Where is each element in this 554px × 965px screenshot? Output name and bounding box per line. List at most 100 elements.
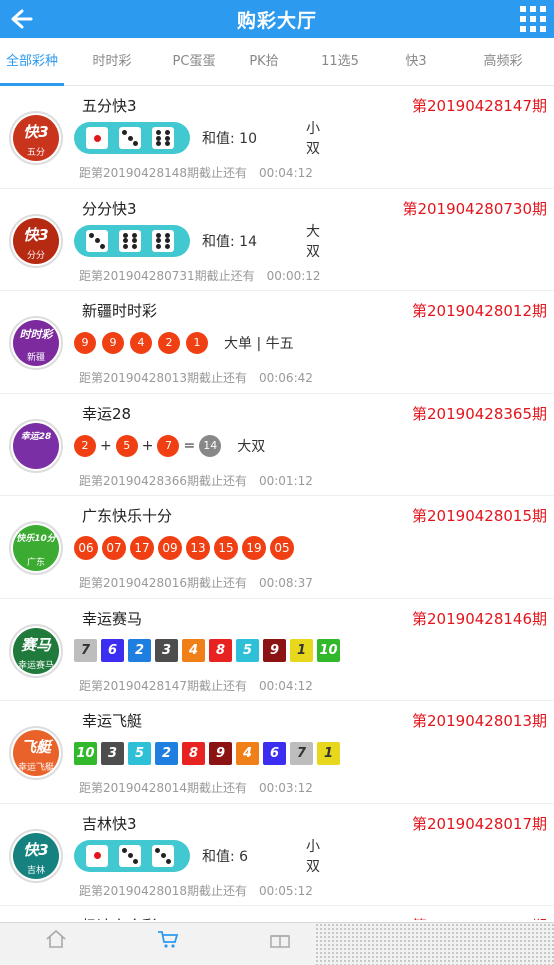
result-total: 14	[199, 434, 222, 457]
lottery-logo-subtext: 幸运飞艇	[17, 763, 54, 773]
tab-4[interactable]: 11选5	[300, 38, 380, 86]
lottery-logo: 赛马 幸运赛马	[9, 623, 63, 678]
deadline-info: 距第20190428013期截止还有 00:06:42	[79, 369, 313, 386]
lottery-logo: 快3 吉林	[9, 828, 63, 883]
countdown-timer: 00:06:42	[258, 371, 313, 385]
tab-5[interactable]: 快3	[380, 38, 452, 86]
race-number: 3	[155, 639, 178, 662]
race-number: 8	[182, 741, 205, 765]
lottery-logo-text: 快3	[23, 123, 49, 141]
die-1-icon	[86, 127, 108, 149]
result-ball: 2	[74, 434, 96, 457]
tab-6[interactable]: 高频彩	[452, 38, 554, 86]
lottery-logo-subtext: 分分	[26, 250, 45, 261]
countdown-timer: 00:01:12	[258, 473, 313, 488]
die-6-icon	[152, 229, 174, 252]
race-number: 1	[317, 741, 340, 765]
draw-result: 10 3 5 2 8 9 4 6 7 1	[74, 737, 344, 769]
draw-result: 和值: 10 小双	[74, 121, 320, 157]
big-small-result: 大双	[306, 223, 320, 260]
race-number: 9	[263, 639, 286, 662]
countdown-timer: 00:08:37	[258, 576, 313, 590]
draw-result: 06 07 17 09 13 15 19 05	[74, 532, 298, 564]
race-number: 5	[236, 639, 259, 662]
tab-2[interactable]: PC蛋蛋	[160, 38, 228, 86]
header-bar: 购彩大厅	[0, 0, 554, 38]
deadline-info: 距第20190428148期截止还有 00:04:12	[79, 164, 313, 181]
lottery-row[interactable]: 极速六合彩 第20190428146期	[0, 906, 554, 920]
tab-3[interactable]: PK拾	[228, 38, 300, 86]
sum-value: 和值: 14	[202, 233, 257, 250]
deadline-text: 距第20190428016期截止还有	[79, 576, 247, 590]
lottery-logo-text: 快3	[23, 225, 49, 244]
lottery-name: 新疆时时彩	[82, 302, 158, 320]
draw-result: 和值: 14 大双	[74, 224, 320, 260]
race-number: 4	[182, 639, 205, 662]
lottery-row[interactable]: 时时彩 新疆 新疆时时彩 第20190428012期 9 9 4 2 1 大单 | 牛五 距第201…	[0, 291, 554, 394]
lottery-name: 分分快3	[82, 199, 137, 218]
deadline-text: 距第20190428014期截止还有	[79, 781, 247, 795]
lottery-logo-text: 飞艇	[20, 738, 51, 756]
race-number: 10	[74, 741, 97, 765]
race-number: 6	[263, 741, 286, 765]
lottery-row[interactable]: 赛马 幸运赛马 幸运赛马 第20190428146期 7 6 2 3 4 8 5 9 1 10 距第2019…	[0, 598, 554, 701]
race-number: 2	[155, 741, 178, 765]
grid-menu-icon[interactable]	[520, 6, 546, 32]
result-ball: 1	[186, 332, 208, 354]
race-number: 8	[209, 639, 232, 662]
lottery-row[interactable]: 快3 五分 五分快3 第20190428147期 和值: 10 小双 距第201904281…	[0, 86, 554, 189]
cart-icon[interactable]	[156, 929, 180, 949]
die-3-icon	[152, 844, 174, 867]
countdown-timer: 00:00:12	[266, 268, 321, 283]
countdown-timer: 00:03:12	[258, 781, 313, 795]
app-root: 购彩大厅 全部彩种 时时彩 PC蛋蛋 PK拾 11选5 快3 高频彩 快3 五分 五分快3 第20…	[0, 0, 554, 965]
lottery-logo: 飞艇 幸运飞艇	[9, 726, 63, 780]
lottery-row[interactable]: 幸运28 幸运28 第20190428365期 2 +5 +7 = 14 大双 距第2019042…	[0, 393, 554, 496]
lottery-name: 幸运赛马	[82, 609, 143, 628]
dice-pill	[74, 122, 190, 154]
home-icon[interactable]	[44, 929, 68, 949]
deadline-text: 距第20190428013期截止还有	[79, 371, 247, 385]
lottery-logo-subtext: 五分	[26, 148, 45, 158]
sum-value: 和值: 6	[202, 848, 249, 865]
race-number: 2	[128, 639, 151, 662]
operator-sign: +	[100, 437, 112, 454]
lottery-row[interactable]: 快3 吉林 吉林快3 第20190428017期 和值: 6 小双 距第2019042801…	[0, 803, 554, 906]
race-number: 3	[101, 741, 124, 765]
result-ball: 7	[157, 434, 180, 457]
gift-icon[interactable]	[268, 929, 292, 949]
lottery-issue: 第20190428017期	[412, 814, 547, 833]
tab-0[interactable]: 全部彩种	[0, 38, 64, 86]
die-3-icon	[119, 844, 141, 867]
lottery-logo-subtext: 幸运赛马	[17, 660, 54, 671]
lottery-logo-text: 幸运28	[20, 431, 52, 442]
draw-result: 7 6 2 3 4 8 5 9 1 10	[74, 635, 344, 667]
die-6-icon	[119, 229, 141, 252]
lottery-issue: 第20190428012期	[412, 302, 547, 320]
result-ball: 9	[74, 332, 96, 354]
lottery-row[interactable]: 飞艇 幸运飞艇 幸运飞艇 第20190428013期 10 3 5 2 8 9 4 6 7 1 距第2019…	[0, 701, 554, 804]
countdown-timer: 00:04:12	[258, 166, 313, 180]
lottery-issue: 第20190428146期	[412, 609, 547, 628]
deadline-info: 距第20190428366期截止还有 00:01:12	[79, 472, 313, 489]
lottery-row[interactable]: 快3 分分 分分快3 第201904280730期 和值: 14 大双 距第20190428…	[0, 188, 554, 291]
die-3-icon	[86, 229, 108, 252]
deadline-text: 距第20190428366期截止还有	[79, 473, 247, 488]
race-number: 7	[74, 639, 97, 662]
result-ball: 06	[74, 536, 98, 560]
lottery-logo-subtext: 新疆	[26, 353, 45, 363]
tab-1[interactable]: 时时彩	[64, 38, 160, 86]
lottery-row[interactable]: 快乐10分 广东 广东快乐十分 第20190428015期 06 07 17 09 13 15 19…	[0, 496, 554, 599]
lottery-issue: 第20190428015期	[412, 507, 547, 525]
countdown-timer: 00:04:12	[258, 678, 313, 693]
lottery-logo: 幸运28	[9, 418, 63, 473]
bottom-nav	[0, 922, 554, 965]
result-ball: 19	[242, 536, 266, 560]
result-ball: 5	[115, 434, 138, 457]
draw-result: 2 +5 +7 = 14 大双	[74, 430, 265, 462]
result-ball: 9	[102, 332, 124, 354]
lottery-name: 幸运飞艇	[82, 712, 143, 730]
result-ball: 17	[130, 536, 154, 560]
lottery-logo: 快3 分分	[9, 213, 63, 268]
loading-overlay	[315, 923, 554, 965]
